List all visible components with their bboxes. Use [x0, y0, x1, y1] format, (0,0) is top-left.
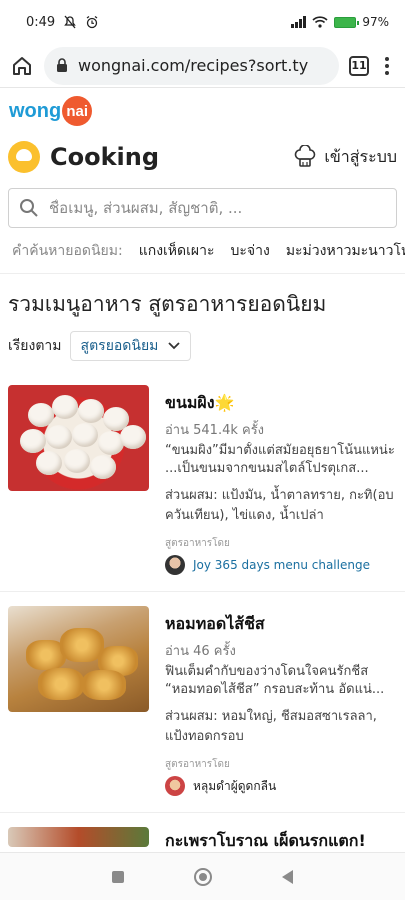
- recipe-card[interactable]: ขนมผิง🌟 อ่าน 541.4k ครั้ง “ขนมผิง”มีมาตั…: [0, 371, 405, 592]
- wongnai-logo[interactable]: wong nai: [9, 96, 93, 126]
- status-time: 0:49: [26, 14, 56, 30]
- author-name[interactable]: หลุมดำผู้ดูดกลืน: [193, 777, 276, 796]
- popular-searches: คำค้นหายอดนิยม: แกงเห็ดเผาะ บะจ่าง มะม่ว…: [0, 228, 405, 274]
- system-navigation-bar: [0, 852, 405, 900]
- recipe-image[interactable]: [8, 606, 149, 712]
- sort-dropdown[interactable]: สูตรยอดนิยม: [69, 331, 192, 361]
- login-button[interactable]: เข้าสู่ระบบ: [294, 145, 397, 170]
- recipe-card[interactable]: กะเพราโบราณ เผ็ดนรกแตก!: [0, 813, 405, 853]
- recipe-image[interactable]: [8, 827, 149, 847]
- recents-icon[interactable]: [112, 870, 124, 883]
- recipe-views: อ่าน 541.4k ครั้ง: [165, 423, 265, 438]
- avatar: [165, 555, 185, 575]
- home-nav-icon[interactable]: [194, 867, 212, 886]
- recipe-title[interactable]: ขนมผิง🌟: [165, 391, 397, 416]
- recipe-by-label: สูตรอาหารโดย: [165, 759, 230, 770]
- popular-chip[interactable]: แกงเห็ดเผาะ: [139, 240, 215, 262]
- recipe-views: อ่าน 46 ครั้ง: [165, 644, 236, 659]
- alarm-icon: [86, 15, 98, 29]
- avatar: [165, 776, 185, 796]
- recipe-author[interactable]: หลุมดำผู้ดูดกลืน: [165, 776, 397, 796]
- recipe-description: ฟินเต็มคำกับของว่างโดนใจคนรักชีส “หอมทอด…: [165, 664, 385, 697]
- sort-label: เรียงตาม: [8, 338, 62, 354]
- section-header: Cooking เข้าสู่ระบบ: [0, 134, 405, 180]
- tab-switcher-button[interactable]: 11: [349, 55, 369, 76]
- author-name[interactable]: Joy 365 days menu challenge: [193, 558, 370, 572]
- search-box: [8, 188, 397, 228]
- search-icon: [20, 199, 38, 217]
- address-bar[interactable]: wongnai.com/recipes?sort.ty: [44, 46, 339, 85]
- recipe-title[interactable]: หอมทอดไส้ชีส: [165, 612, 397, 637]
- recipe-author[interactable]: Joy 365 days menu challenge: [165, 555, 397, 575]
- wifi-icon: [312, 16, 328, 28]
- url-text: wongnai.com/recipes?sort.ty: [78, 56, 309, 75]
- chef-hat-icon: [295, 145, 316, 167]
- status-bar: 0:49 97%: [0, 0, 405, 44]
- cooking-icon: [8, 141, 40, 173]
- lock-icon: [57, 58, 67, 72]
- login-label: เข้าสู่ระบบ: [324, 146, 397, 166]
- home-icon[interactable]: [10, 54, 34, 78]
- battery-icon: [334, 16, 360, 28]
- browser-toolbar: wongnai.com/recipes?sort.ty 11: [0, 44, 405, 88]
- recipe-image[interactable]: [8, 385, 149, 491]
- recipe-card[interactable]: หอมทอดไส้ชีส อ่าน 46 ครั้ง ฟินเต็มคำกับข…: [0, 592, 405, 813]
- recipe-ingredients: ส่วนผสม: หอมใหญ่, ชีสมอสซาเรลลา, แป้งทอด…: [165, 709, 377, 744]
- mute-icon: [64, 15, 77, 29]
- sort-row: เรียงตาม สูตรยอดนิยม: [0, 329, 405, 363]
- signal-icon: [291, 16, 307, 28]
- recipe-by-label: สูตรอาหารโดย: [165, 538, 230, 549]
- battery-level: 97%: [362, 15, 389, 29]
- recipe-ingredients: ส่วนผสม: แป้งมัน, น้ำตาลทราย, กะทิ(อบควั…: [165, 488, 394, 523]
- recipe-description: “ขนมผิง”มีมาตั้งแต่สมัยอยุธยาโน้นแหน่ะ .…: [165, 443, 395, 476]
- recipe-title[interactable]: กะเพราโบราณ เผ็ดนรกแตก!: [165, 829, 366, 853]
- popular-chip[interactable]: บะจ่าง: [231, 240, 270, 262]
- browser-menu-icon[interactable]: [379, 56, 395, 75]
- popular-label: คำค้นหายอดนิยม:: [12, 242, 123, 259]
- back-icon[interactable]: [282, 869, 293, 884]
- search-input[interactable]: [49, 199, 386, 217]
- sort-value: สูตรยอดนิยม: [80, 338, 159, 354]
- chevron-down-icon: [168, 342, 181, 350]
- page-title: รวมเมนูอาหาร สูตรอาหารยอดนิยม: [8, 292, 327, 316]
- page-section-title: Cooking: [50, 143, 160, 171]
- popular-chip[interactable]: มะม่วงหาวมะนาวโห่: [286, 240, 405, 262]
